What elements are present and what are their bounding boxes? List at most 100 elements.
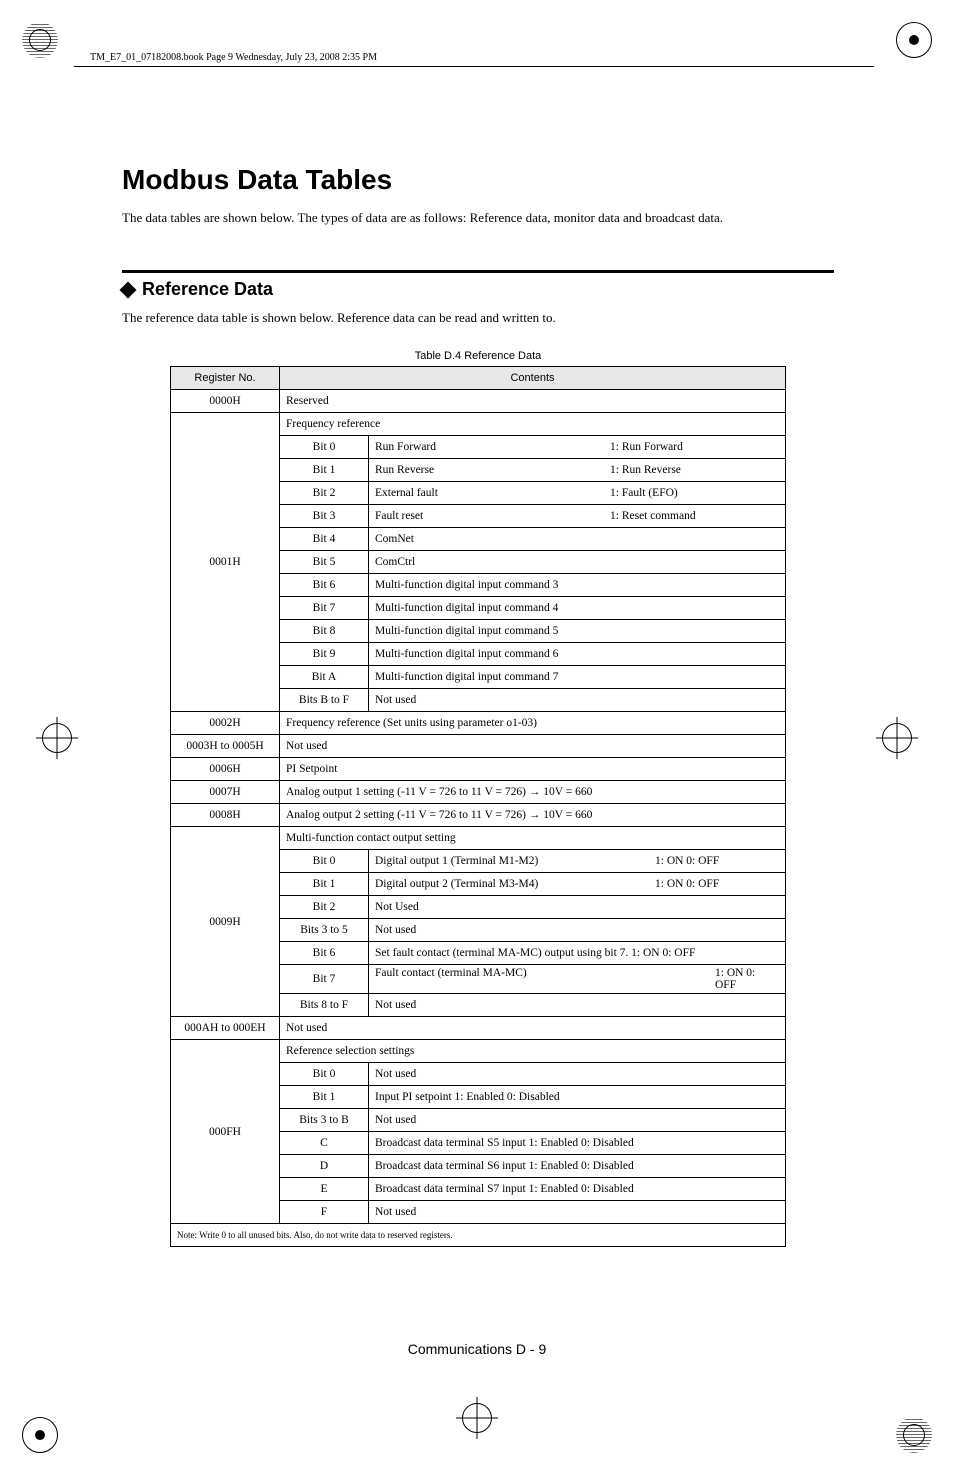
- table-caption: Table D.4 Reference Data: [170, 350, 786, 366]
- cell-bit: E: [280, 1178, 369, 1201]
- cell-content: Frequency reference (Set units using par…: [280, 712, 786, 735]
- cell-content-left: Fault contact (terminal MA-MC): [375, 967, 715, 991]
- cell-bit: Bit 6: [280, 574, 369, 597]
- cell-bit: Bit 2: [280, 482, 369, 505]
- cell-register: 0007H: [171, 781, 280, 804]
- cell-content: ComNet: [369, 528, 786, 551]
- cell-content: Fault reset1: Reset command: [369, 505, 786, 528]
- cell-content: Analog output 1 setting (-11 V = 726 to …: [280, 781, 786, 804]
- cell-content: Not used: [280, 735, 786, 758]
- cell-content: PI Setpoint: [280, 758, 786, 781]
- cell-content: Input PI setpoint 1: Enabled 0: Disabled: [369, 1086, 786, 1109]
- cell-content-left: Digital output 2 (Terminal M3-M4): [375, 878, 655, 890]
- cell-content-right: 1: Reset command: [610, 510, 779, 522]
- cell-bit: Bit 7: [280, 597, 369, 620]
- subsection-header: Reference Data: [122, 270, 834, 300]
- cell-group-header: Reference selection settings: [280, 1040, 786, 1063]
- cell-content: Digital output 1 (Terminal M1-M2)1: ON 0…: [369, 850, 786, 873]
- crop-mark-bottom-left: [22, 1417, 58, 1453]
- cell-content: Not used: [369, 994, 786, 1017]
- cell-bit: Bit 0: [280, 850, 369, 873]
- cell-content: Analog output 2 setting (-11 V = 726 to …: [280, 804, 786, 827]
- cell-content-right: 1: ON 0: OFF: [715, 967, 779, 991]
- table-row: 0003H to 0005H Not used: [171, 735, 786, 758]
- page-footer: Communications D - 9: [0, 1341, 954, 1357]
- cell-bit: Bits B to F: [280, 689, 369, 712]
- cell-content: Not used: [369, 1063, 786, 1086]
- document-page: TM_E7_01_07182008.book Page 9 Wednesday,…: [0, 0, 954, 1475]
- cell-bit: C: [280, 1132, 369, 1155]
- cell-bit: Bit A: [280, 666, 369, 689]
- cell-content: Not used: [369, 919, 786, 942]
- table-row: 0001H Frequency reference: [171, 413, 786, 436]
- cell-bit: Bit 1: [280, 1086, 369, 1109]
- cell-register: 000AH to 000EH: [171, 1017, 280, 1040]
- cell-content: Not used: [369, 689, 786, 712]
- table-row: 000AH to 000EH Not used: [171, 1017, 786, 1040]
- cell-bit: Bit 4: [280, 528, 369, 551]
- cell-content-right: 1: ON 0: OFF: [655, 878, 779, 890]
- cell-content: Not used: [369, 1201, 786, 1224]
- cell-bit: Bits 3 to 5: [280, 919, 369, 942]
- cell-bit: Bits 3 to B: [280, 1109, 369, 1132]
- table-note: Note: Write 0 to all unused bits. Also, …: [171, 1224, 786, 1247]
- cell-content: Multi-function digital input command 5: [369, 620, 786, 643]
- cell-bit: Bit 7: [280, 965, 369, 994]
- cell-content: Multi-function digital input command 3: [369, 574, 786, 597]
- header-rule: [74, 66, 874, 67]
- cell-bit: Bit 0: [280, 436, 369, 459]
- cell-register: 0003H to 0005H: [171, 735, 280, 758]
- cell-register: 0002H: [171, 712, 280, 735]
- cell-bit: F: [280, 1201, 369, 1224]
- subsection-rule: [122, 270, 834, 273]
- col-header-contents: Contents: [280, 367, 786, 390]
- table-row: 0009H Multi-function contact output sett…: [171, 827, 786, 850]
- print-header-text: TM_E7_01_07182008.book Page 9 Wednesday,…: [90, 52, 377, 63]
- section-intro: The data tables are shown below. The typ…: [122, 210, 834, 226]
- cell-bit: Bits 8 to F: [280, 994, 369, 1017]
- cell-register: 0008H: [171, 804, 280, 827]
- cell-register: 0000H: [171, 390, 280, 413]
- table-row: 000FH Reference selection settings: [171, 1040, 786, 1063]
- cell-register: 0001H: [171, 413, 280, 712]
- cell-content-left: Run Forward: [375, 441, 610, 453]
- crop-mark-top-right: [896, 22, 932, 58]
- cell-content: Run Forward1: Run Forward: [369, 436, 786, 459]
- cell-content: Multi-function digital input command 6: [369, 643, 786, 666]
- table-row: 0002H Frequency reference (Set units usi…: [171, 712, 786, 735]
- table-note-row: Note: Write 0 to all unused bits. Also, …: [171, 1224, 786, 1247]
- cell-content: Run Reverse1: Run Reverse: [369, 459, 786, 482]
- cell-bit: D: [280, 1155, 369, 1178]
- table-header-row: Register No. Contents: [171, 367, 786, 390]
- cell-bit: Bit 2: [280, 896, 369, 919]
- cell-content-right: 1: Run Reverse: [610, 464, 779, 476]
- cell-bit: Bit 3: [280, 505, 369, 528]
- cell-group-header: Frequency reference: [280, 413, 786, 436]
- table-row: 0008H Analog output 2 setting (-11 V = 7…: [171, 804, 786, 827]
- cell-content: Reserved: [280, 390, 786, 413]
- register-mark-bottom: [456, 1397, 498, 1439]
- cell-content: Broadcast data terminal S5 input 1: Enab…: [369, 1132, 786, 1155]
- cell-content: Multi-function digital input command 4: [369, 597, 786, 620]
- cell-content-right: 1: ON 0: OFF: [655, 855, 779, 867]
- cell-content: ComCtrl: [369, 551, 786, 574]
- cell-content: Not used: [280, 1017, 786, 1040]
- table-row: 0007H Analog output 1 setting (-11 V = 7…: [171, 781, 786, 804]
- cell-content-left: Fault reset: [375, 510, 610, 522]
- cell-bit: Bit 8: [280, 620, 369, 643]
- register-mark-left: [36, 717, 78, 759]
- diamond-bullet-icon: [120, 281, 137, 298]
- register-mark-right: [876, 717, 918, 759]
- cell-group-header: Multi-function contact output setting: [280, 827, 786, 850]
- cell-content: Not Used: [369, 896, 786, 919]
- cell-bit: Bit 6: [280, 942, 369, 965]
- cell-content-left: Run Reverse: [375, 464, 610, 476]
- cell-bit: Bit 0: [280, 1063, 369, 1086]
- cell-bit: Bit 5: [280, 551, 369, 574]
- cell-content-left: Digital output 1 (Terminal M1-M2): [375, 855, 655, 867]
- cell-content-right: 1: Fault (EFO): [610, 487, 779, 499]
- cell-register: 000FH: [171, 1040, 280, 1224]
- cell-content: Multi-function digital input command 7: [369, 666, 786, 689]
- cell-content: Set fault contact (terminal MA-MC) outpu…: [369, 942, 786, 965]
- cell-content: Broadcast data terminal S6 input 1: Enab…: [369, 1155, 786, 1178]
